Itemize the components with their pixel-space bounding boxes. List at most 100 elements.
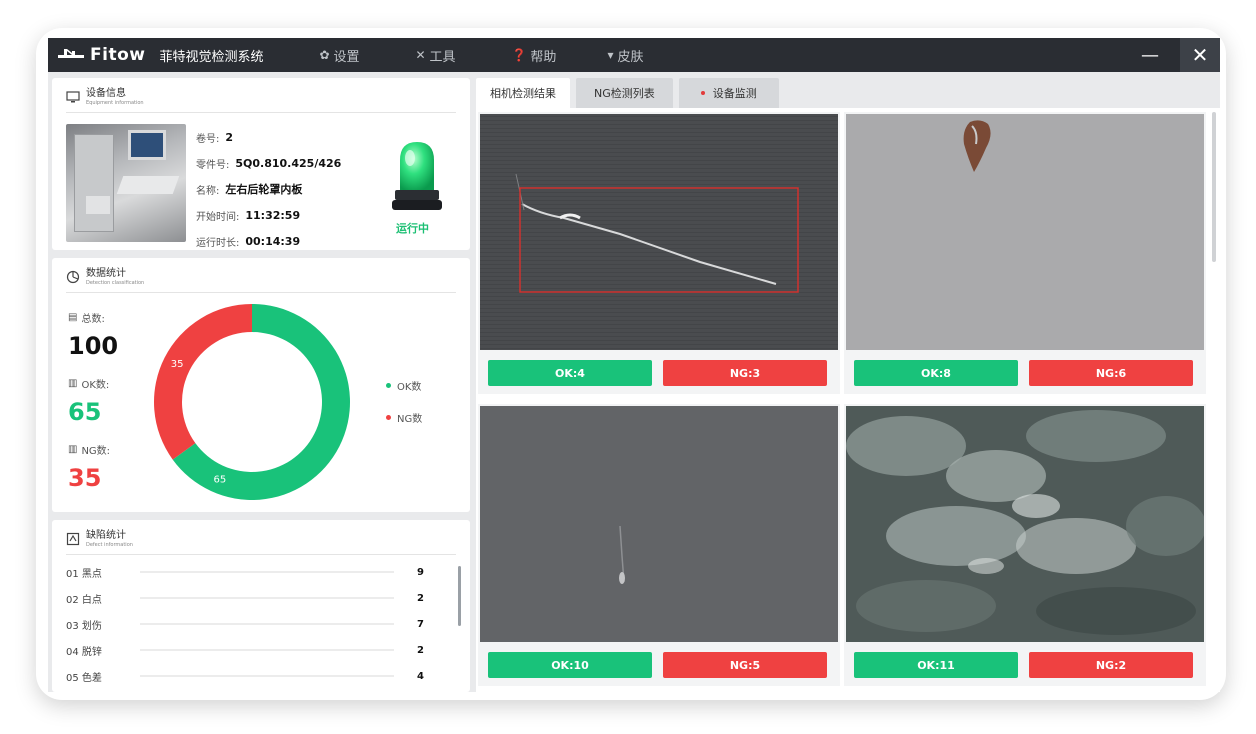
- defect-bar: [140, 649, 394, 651]
- defect-bar: [140, 623, 394, 625]
- defect-row: 03 划伤 7: [66, 616, 436, 632]
- menu-help-label: 帮助: [530, 49, 557, 65]
- equipment-title: 设备信息: [86, 88, 126, 99]
- divider: [66, 292, 456, 293]
- equipment-subtitle: Equipment information: [86, 100, 144, 106]
- info-label: 卷号:: [196, 133, 220, 145]
- defect-row: 01 黑点 9: [66, 564, 436, 580]
- info-value: 左右后轮罩内板: [225, 183, 303, 196]
- defect-count: 2: [417, 644, 424, 656]
- pie-chart-icon: [66, 270, 80, 284]
- monitor-icon: [66, 91, 80, 103]
- ok-count-button[interactable]: OK:8: [854, 360, 1018, 386]
- stats-title: 数据统计: [86, 268, 126, 279]
- divider: [66, 112, 456, 113]
- defect-count: 2: [417, 592, 424, 604]
- camera-image-scratch[interactable]: [480, 114, 838, 350]
- ng-count-button[interactable]: NG:2: [1029, 652, 1193, 678]
- donut-data-label: 65: [214, 475, 227, 486]
- info-row-name: 名称: 左右后轮罩内板: [196, 176, 341, 202]
- defect-label: 04 脱锌: [66, 646, 102, 658]
- menu-skin-label: 皮肤: [617, 49, 644, 65]
- defect-row: 04 脱锌 2: [66, 642, 436, 658]
- total-label: 总数:: [81, 314, 105, 325]
- ok-count-button[interactable]: OK:4: [488, 360, 652, 386]
- menu-skin[interactable]: ▾ 皮肤: [607, 46, 703, 65]
- tools-icon: ✕: [415, 48, 426, 62]
- total-count: 100: [68, 332, 119, 360]
- legend-ok: OK数: [386, 378, 421, 393]
- equipment-info: 卷号: 2 零件号: 5Q0.810.425/426 名称: 左右后轮罩内板 开始时间…: [196, 124, 341, 254]
- logo-text: Fitow: [90, 45, 146, 65]
- counter-icon: ▥: [68, 378, 78, 389]
- menu-help[interactable]: ❓ 帮助: [511, 46, 607, 65]
- ok-ng-donut-chart: 65 35: [154, 304, 350, 500]
- equipment-header: 设备信息 Equipment information: [66, 88, 144, 107]
- defect-icon: [66, 532, 80, 546]
- gear-icon: ✿: [319, 48, 330, 62]
- defect-row: 02 白点 2: [66, 590, 436, 606]
- ng-count-button[interactable]: NG:3: [663, 360, 827, 386]
- ng-label-row: ▥ NG数:: [68, 442, 110, 457]
- camera-image-dent[interactable]: [480, 406, 838, 642]
- legend-ng-label: NG数: [397, 414, 423, 425]
- info-label: 零件号:: [196, 159, 230, 171]
- legend-ok-swatch: [386, 383, 391, 388]
- title-bar: Fitow 菲特视觉检测系统 ✿ 设置 ✕ 工具 ❓ 帮助 ▾ 皮肤 — ✕: [48, 38, 1220, 72]
- shirt-icon: ▾: [607, 48, 614, 62]
- defect-bar: [140, 571, 394, 573]
- defects-subtitle: Defect information: [86, 542, 133, 548]
- info-label: 运行时长:: [196, 237, 240, 249]
- menu-settings-label: 设置: [333, 49, 360, 65]
- ng-count-button[interactable]: NG:5: [663, 652, 827, 678]
- status-lamp-icon: [392, 142, 442, 210]
- alert-dot-icon: [700, 91, 705, 95]
- menu-tools[interactable]: ✕ 工具: [415, 46, 511, 65]
- legend-ng-swatch: [386, 415, 391, 420]
- defect-bar: [140, 597, 394, 599]
- defect-row: 05 色差 4: [66, 668, 436, 684]
- tab-label: 设备监测: [712, 87, 757, 100]
- camera-cell-3: OK:10 NG:5: [478, 404, 840, 686]
- content-scrollbar[interactable]: [1212, 112, 1216, 262]
- minimize-button[interactable]: —: [1130, 38, 1170, 72]
- menu-settings[interactable]: ✿ 设置: [319, 46, 415, 65]
- equipment-panel: 设备信息 Equipment information 卷号: 2 零件号: 5Q0.…: [52, 78, 470, 250]
- legend-ng: NG数: [386, 410, 422, 425]
- legend-ok-label: OK数: [397, 382, 422, 393]
- defect-bar: [140, 675, 394, 677]
- info-value: 00:14:39: [245, 234, 301, 248]
- donut-slice-ng: [154, 304, 252, 460]
- ok-count-button[interactable]: OK:11: [854, 652, 1018, 678]
- logo-mark-icon: [58, 48, 84, 62]
- camera-cell-4: OK:11 NG:2: [844, 404, 1206, 686]
- defect-count: 7: [417, 618, 424, 630]
- total-label-row: ▤ 总数:: [68, 310, 105, 325]
- divider: [66, 554, 456, 555]
- app-title: 菲特视觉检测系统: [159, 49, 264, 65]
- camera-image-texture[interactable]: [846, 406, 1204, 642]
- stats-header: 数据统计 Detection classification: [66, 268, 144, 287]
- ng-label: NG数:: [81, 446, 111, 457]
- counter-icon: ▥: [68, 444, 78, 455]
- info-label: 名称:: [196, 185, 220, 197]
- top-menu: ✿ 设置 ✕ 工具 ❓ 帮助 ▾ 皮肤: [319, 46, 703, 65]
- close-button[interactable]: ✕: [1180, 38, 1220, 72]
- tab-ng-list[interactable]: NG检测列表: [576, 78, 673, 108]
- defects-scrollbar[interactable]: [458, 566, 461, 626]
- ok-label: OK数:: [81, 380, 110, 391]
- defect-label: 03 划伤: [66, 620, 102, 632]
- tab-device-monitor[interactable]: 设备监测: [678, 78, 779, 108]
- ng-count: 35: [68, 464, 102, 492]
- defect-label: 05 色差: [66, 672, 102, 684]
- ng-count-button[interactable]: NG:6: [1029, 360, 1193, 386]
- app-window: Fitow 菲特视觉检测系统 ✿ 设置 ✕ 工具 ❓ 帮助 ▾ 皮肤 — ✕ 设…: [48, 38, 1220, 692]
- info-row-roll: 卷号: 2: [196, 124, 341, 150]
- defect-count: 9: [417, 566, 424, 578]
- ok-count-button[interactable]: OK:10: [488, 652, 652, 678]
- info-row-start: 开始时间: 11:32:59: [196, 202, 341, 228]
- camera-image-rust[interactable]: [846, 114, 1204, 350]
- result-tabs: 相机检测结果 NG检测列表 设备监测: [476, 78, 779, 108]
- info-row-duration: 运行时长: 00:14:39: [196, 228, 341, 254]
- tab-camera-results[interactable]: 相机检测结果: [476, 78, 570, 108]
